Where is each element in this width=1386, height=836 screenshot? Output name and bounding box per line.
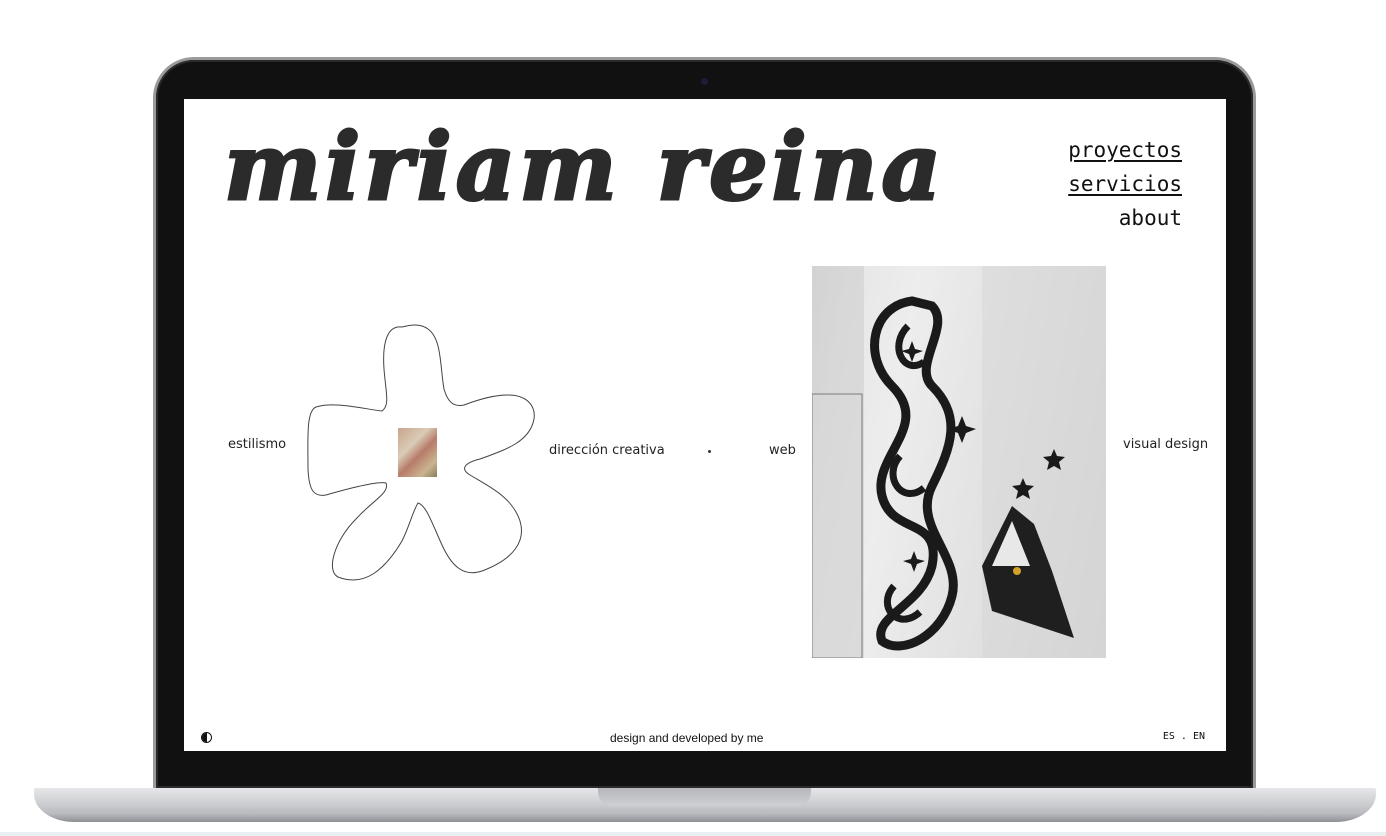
lang-es[interactable]: ES [1163, 731, 1175, 742]
nav-proyectos[interactable]: proyectos [1068, 133, 1182, 167]
poster-artwork [812, 266, 1106, 658]
category-direccion-creativa[interactable]: dirección creativa [549, 443, 665, 458]
language-switcher: ES . EN [1163, 731, 1205, 742]
category-estilismo[interactable]: estilismo [228, 437, 286, 452]
main-nav: proyectos servicios about [1068, 133, 1182, 235]
site-logo[interactable]: miriam reina [216, 113, 937, 223]
lang-separator: . [1180, 731, 1187, 742]
contrast-icon[interactable] [201, 732, 212, 743]
category-web[interactable]: web [769, 443, 796, 458]
nav-about[interactable]: about [1068, 201, 1182, 235]
logo-text: miriam reina [224, 113, 936, 221]
surface-line [0, 832, 1386, 836]
laptop-hinge-notch [598, 788, 811, 806]
footer-credit: design and developed by me [610, 731, 764, 745]
separator-dot [708, 450, 711, 453]
project-poster-image[interactable] [812, 266, 1106, 658]
webcam-icon [701, 78, 708, 85]
website-screen: miriam reina proyectos servicios about e… [184, 99, 1226, 751]
nav-servicios[interactable]: servicios [1068, 167, 1182, 201]
project-thumbnail[interactable] [398, 428, 437, 477]
category-visual-design[interactable]: visual design [1123, 437, 1208, 452]
lang-en[interactable]: EN [1193, 731, 1205, 742]
